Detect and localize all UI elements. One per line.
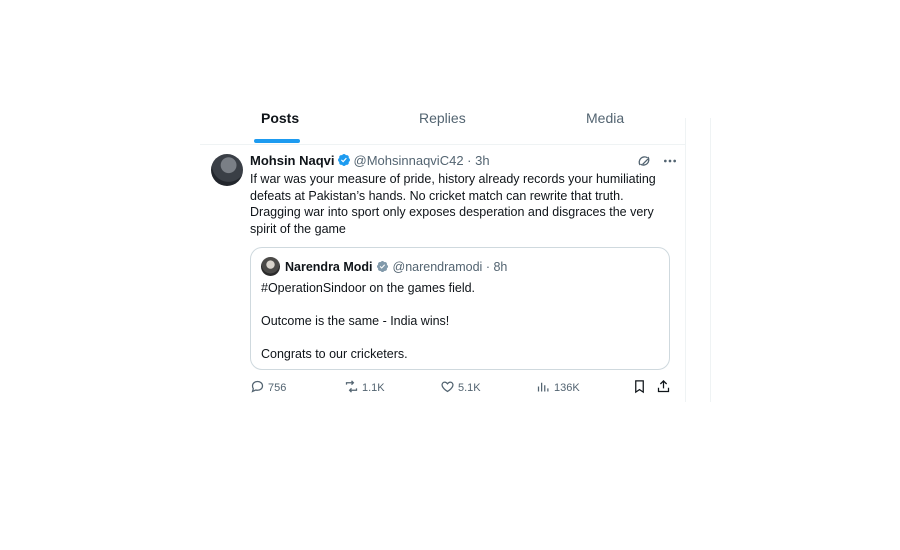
active-tab-indicator (254, 139, 300, 143)
profile-tabs: Posts Replies Media (200, 110, 686, 145)
quote-header: Narendra Modi @narendramodi · 8h (285, 258, 507, 276)
author-name[interactable]: Mohsin Naqvi (250, 153, 335, 168)
verified-badge-icon (337, 154, 350, 166)
bookmark-icon (635, 380, 644, 394)
tweet-actions: 756 1.1K 5.1K 136K (250, 378, 680, 398)
share-button[interactable] (656, 378, 674, 398)
timestamp[interactable]: 3h (475, 153, 489, 168)
profile-timeline: Posts Replies Media Mohsin Naqvi @Mohsinn… (200, 110, 686, 402)
page: Posts Replies Media Mohsin Naqvi @Mohsinn… (0, 0, 900, 550)
bookmark-button[interactable] (632, 378, 650, 398)
views-button[interactable]: 136K (536, 378, 580, 398)
reply-count: 756 (268, 382, 287, 394)
repost-count: 1.1K (362, 382, 385, 394)
share-icon (657, 379, 670, 393)
tab-media[interactable]: Media (586, 110, 624, 132)
reply-button[interactable]: 756 (250, 378, 286, 398)
quote-handle: @narendramodi (392, 260, 483, 274)
grok-icon[interactable] (636, 153, 652, 169)
tweet-header: Mohsin Naqvi @MohsinnaqviC42 · 3h (250, 152, 490, 170)
quote-line: Outcome is the same - India wins! (261, 314, 450, 328)
like-count: 5.1K (458, 382, 481, 394)
views-icon (537, 382, 549, 392)
tweet-top-actions (636, 152, 684, 170)
quote-author-name: Narendra Modi (285, 260, 373, 274)
repost-button[interactable]: 1.1K (344, 378, 385, 398)
quoted-tweet[interactable]: Narendra Modi @narendramodi · 8h #Operati… (250, 247, 670, 370)
divider (710, 118, 711, 402)
quote-avatar (261, 257, 280, 276)
government-badge-icon (376, 260, 388, 273)
tweet-text: If war was your measure of pride, histor… (250, 172, 656, 236)
quote-timestamp: 8h (493, 260, 508, 274)
repost-icon (345, 380, 358, 393)
views-count: 136K (554, 382, 580, 394)
author-handle[interactable]: @MohsinnaqviC42 (354, 153, 464, 168)
quote-separator: · (485, 260, 490, 274)
tab-replies[interactable]: Replies (419, 110, 466, 132)
separator: · (467, 153, 472, 168)
quote-line: Congrats to our cricketers. (261, 347, 408, 361)
timeline-border (685, 118, 686, 402)
tab-posts[interactable]: Posts (261, 110, 299, 132)
like-icon (441, 381, 454, 393)
like-button[interactable]: 5.1K (440, 378, 481, 398)
avatar[interactable] (211, 154, 243, 186)
quote-line: #OperationSindoor on the games field. (261, 281, 476, 295)
more-icon[interactable] (662, 153, 678, 169)
reply-icon (251, 380, 264, 393)
